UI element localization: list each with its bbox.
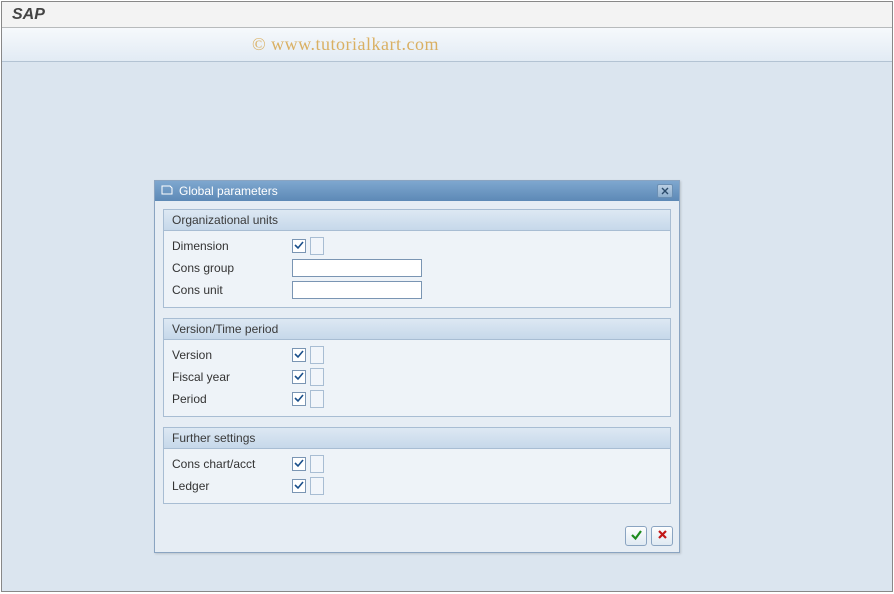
output-fiscal-year xyxy=(310,368,324,386)
dialog-footer xyxy=(155,522,679,552)
content-area: Global parameters Organizational units D… xyxy=(2,62,892,591)
output-version xyxy=(310,346,324,364)
dialog-close-button[interactable] xyxy=(657,184,673,198)
cancel-icon xyxy=(656,528,669,544)
check-icon xyxy=(294,370,304,384)
row-cons-unit: Cons unit xyxy=(172,279,662,301)
check-icon xyxy=(294,479,304,493)
group-header-further: Further settings xyxy=(164,428,670,449)
checkbox-cons-chart[interactable] xyxy=(292,457,306,471)
output-ledger xyxy=(310,477,324,495)
label-period: Period xyxy=(172,392,292,406)
dialog-title: Global parameters xyxy=(179,184,651,198)
group-header-org: Organizational units xyxy=(164,210,670,231)
check-icon xyxy=(294,392,304,406)
group-header-time: Version/Time period xyxy=(164,319,670,340)
row-version: Version xyxy=(172,344,662,366)
checkbox-ledger[interactable] xyxy=(292,479,306,493)
input-cons-unit[interactable] xyxy=(292,281,422,299)
ok-button[interactable] xyxy=(625,526,647,546)
checkbox-fiscal-year[interactable] xyxy=(292,370,306,384)
check-icon xyxy=(294,457,304,471)
label-dimension: Dimension xyxy=(172,239,292,253)
global-parameters-dialog: Global parameters Organizational units D… xyxy=(154,180,680,553)
row-fiscal-year: Fiscal year xyxy=(172,366,662,388)
label-ledger: Ledger xyxy=(172,479,292,493)
group-organizational-units: Organizational units Dimension Cons grou… xyxy=(163,209,671,308)
label-cons-group: Cons group xyxy=(172,261,292,275)
close-icon xyxy=(661,184,669,198)
watermark: © www.tutorialkart.com xyxy=(252,34,439,55)
output-dimension xyxy=(310,237,324,255)
checkbox-period[interactable] xyxy=(292,392,306,406)
output-cons-chart xyxy=(310,455,324,473)
cancel-button[interactable] xyxy=(651,526,673,546)
row-cons-group: Cons group xyxy=(172,257,662,279)
app-title-bar: SAP xyxy=(2,2,892,28)
toolbar: © www.tutorialkart.com xyxy=(2,28,892,62)
checkbox-version[interactable] xyxy=(292,348,306,362)
row-cons-chart: Cons chart/acct xyxy=(172,453,662,475)
label-cons-unit: Cons unit xyxy=(172,283,292,297)
dialog-title-bar: Global parameters xyxy=(155,181,679,201)
label-version: Version xyxy=(172,348,292,362)
app-title: SAP xyxy=(12,6,45,24)
group-version-time: Version/Time period Version Fiscal year xyxy=(163,318,671,417)
label-fiscal-year: Fiscal year xyxy=(172,370,292,384)
dialog-open-icon xyxy=(161,184,173,199)
label-cons-chart: Cons chart/acct xyxy=(172,457,292,471)
row-ledger: Ledger xyxy=(172,475,662,497)
output-period xyxy=(310,390,324,408)
check-icon xyxy=(630,528,643,544)
check-icon xyxy=(294,239,304,253)
row-period: Period xyxy=(172,388,662,410)
input-cons-group[interactable] xyxy=(292,259,422,277)
group-further-settings: Further settings Cons chart/acct Ledger xyxy=(163,427,671,504)
check-icon xyxy=(294,348,304,362)
checkbox-dimension[interactable] xyxy=(292,239,306,253)
row-dimension: Dimension xyxy=(172,235,662,257)
